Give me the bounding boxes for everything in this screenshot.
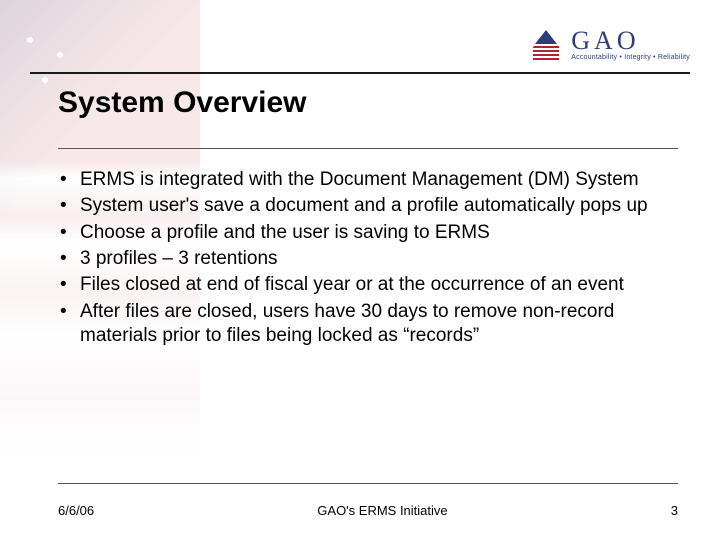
list-item: System user's save a document and a prof… xyxy=(58,194,668,218)
slide-footer: 6/6/06 GAO's ERMS Initiative 3 xyxy=(58,503,678,518)
bullet-list: ERMS is integrated with the Document Man… xyxy=(58,168,668,350)
list-item: Choose a profile and the user is saving … xyxy=(58,221,668,245)
list-item: 3 profiles – 3 retentions xyxy=(58,247,668,271)
gao-logo-icon xyxy=(529,30,563,60)
footer-page-number: 3 xyxy=(671,503,678,518)
divider-under-title xyxy=(58,148,678,149)
footer-title: GAO's ERMS Initiative xyxy=(94,503,671,518)
list-item: After files are closed, users have 30 da… xyxy=(58,300,668,349)
list-item: Files closed at end of fiscal year or at… xyxy=(58,273,668,297)
footer-date: 6/6/06 xyxy=(58,503,94,518)
slide-title: System Overview xyxy=(58,86,306,120)
divider-top xyxy=(30,72,690,74)
list-item: ERMS is integrated with the Document Man… xyxy=(58,168,668,192)
logo-tagline: Accountability • Integrity • Reliability xyxy=(571,54,690,61)
divider-footer xyxy=(58,483,678,484)
header-logo-block: GAO Accountability • Integrity • Reliabi… xyxy=(529,28,690,61)
gao-logo-text: GAO Accountability • Integrity • Reliabi… xyxy=(571,28,690,61)
logo-acronym: GAO xyxy=(571,28,639,54)
